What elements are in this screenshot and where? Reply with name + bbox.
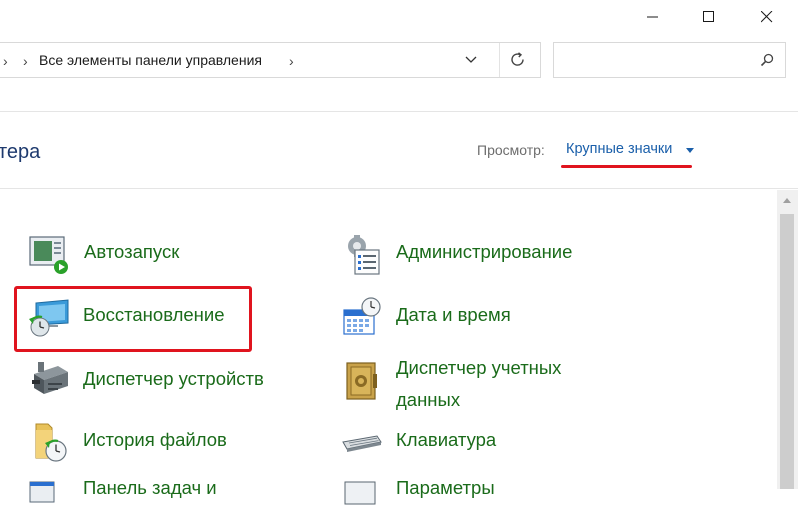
item-label: Диспетчер устройств — [83, 368, 264, 389]
maximize-button[interactable] — [686, 0, 732, 34]
header-divider — [0, 188, 798, 189]
item-label: Диспетчер учетных данных — [396, 357, 562, 410]
highlight-box — [14, 286, 252, 352]
taskbar-icon — [29, 481, 55, 503]
view-by-dropdown[interactable]: Крупные значки — [566, 141, 672, 157]
minimize-button[interactable] — [630, 0, 676, 34]
search-button[interactable] — [760, 53, 774, 72]
item-label: Автозапуск — [84, 241, 180, 262]
scroll-up-icon[interactable] — [783, 198, 791, 203]
item-label: Клавиатура — [396, 429, 497, 450]
page-title: тера — [0, 141, 41, 163]
autoplay-icon — [29, 236, 68, 274]
highlight-underline — [561, 165, 692, 168]
administrative-tools-icon — [348, 235, 380, 275]
scrollbar-thumb[interactable] — [780, 214, 794, 489]
close-button[interactable] — [744, 0, 790, 34]
close-icon — [761, 11, 773, 23]
item-label: Параметры — [396, 477, 495, 498]
address-divider — [499, 43, 500, 77]
item-label: История файлов — [83, 429, 227, 450]
caret-down-icon[interactable] — [686, 148, 694, 153]
keyboard-icon — [342, 435, 382, 452]
options-icon — [344, 481, 376, 505]
chevron-down-icon — [465, 56, 477, 63]
device-manager-icon — [32, 362, 68, 394]
search-box[interactable] — [553, 42, 786, 78]
item-label: Дата и время — [396, 304, 511, 325]
refresh-icon — [511, 52, 524, 66]
search-input[interactable] — [562, 51, 756, 71]
breadcrumb-all-items[interactable]: Все элементы панели управления — [39, 52, 262, 68]
toolbar-divider — [0, 111, 798, 112]
view-by-label: Просмотр: — [477, 142, 545, 158]
refresh-button[interactable] — [508, 50, 528, 75]
file-history-icon — [35, 423, 67, 462]
item-label: Администрирование — [396, 241, 573, 262]
breadcrumb-separator-icon: › — [3, 53, 8, 69]
breadcrumb-separator-icon[interactable]: › — [289, 53, 294, 69]
breadcrumb-separator-icon: › — [23, 53, 28, 69]
address-history-button[interactable] — [465, 53, 477, 71]
credential-manager-icon — [346, 362, 377, 400]
minimize-icon — [647, 16, 658, 18]
item-label: Панель задач и — [83, 477, 217, 498]
vertical-scrollbar[interactable] — [777, 190, 798, 489]
maximize-icon — [703, 11, 714, 22]
search-icon — [760, 53, 774, 67]
date-time-icon — [343, 297, 381, 335]
address-bar[interactable]: › › Все элементы панели управления › — [0, 42, 541, 78]
